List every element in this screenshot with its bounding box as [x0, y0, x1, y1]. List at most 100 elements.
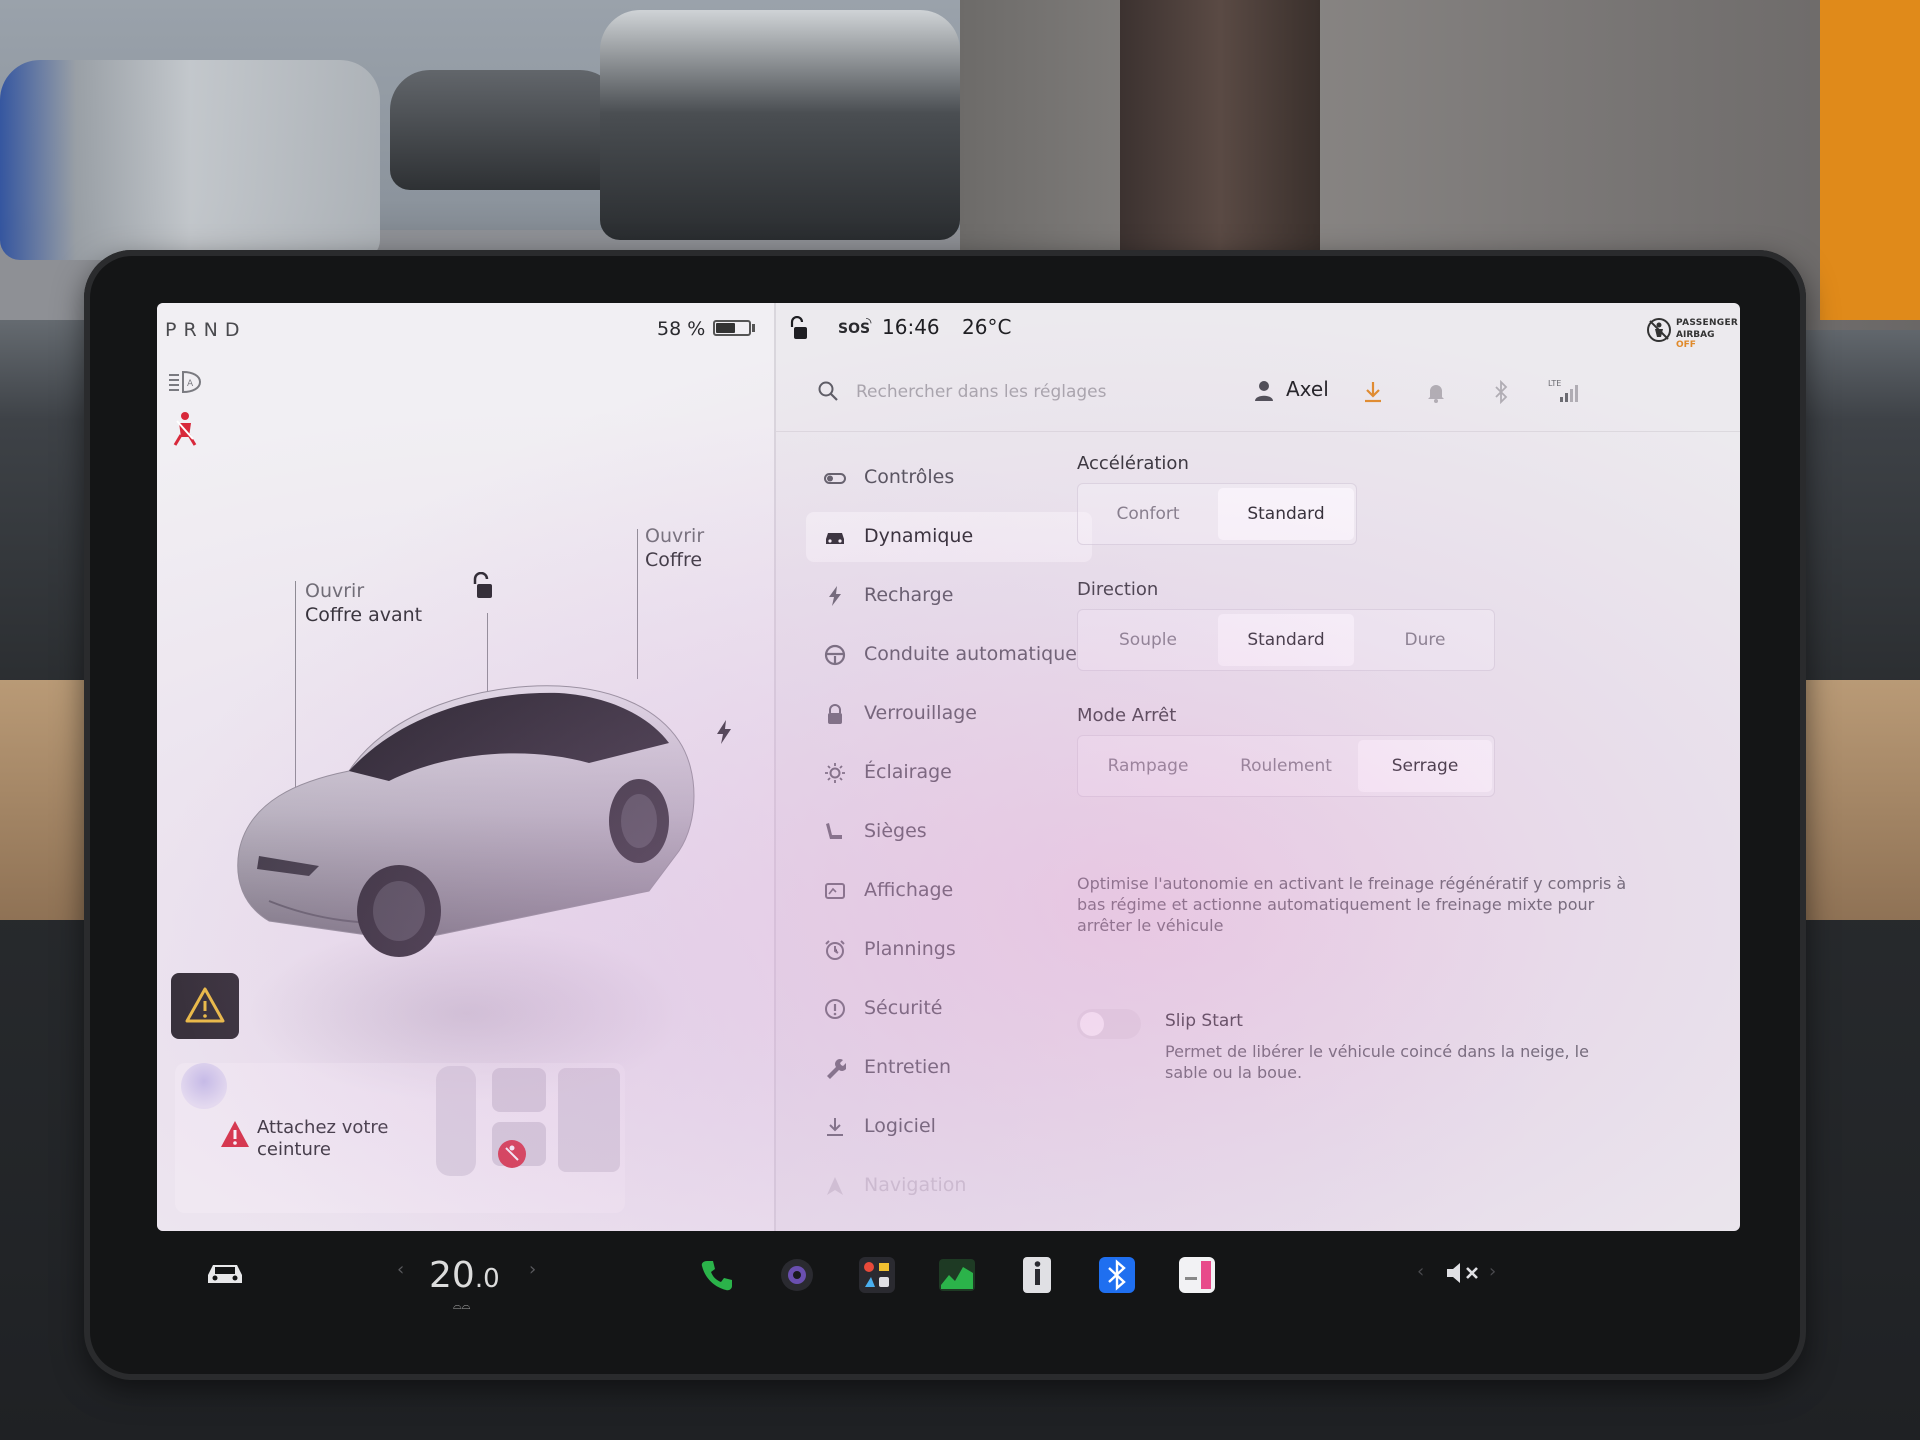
auto-headlight-icon[interactable]: A [167, 369, 203, 395]
vehicle-panel: PRND 58 % A Ouvrir Coffre avant Ouvrir C… [157, 303, 774, 1231]
info-circle-icon [825, 999, 845, 1019]
sidebar-item-verrouillage[interactable]: Verrouillage [806, 689, 1092, 739]
sidebar-item-affichage[interactable]: Affichage [806, 866, 1092, 916]
sidebar-item-conduite-automatique[interactable]: Conduite automatique [806, 630, 1092, 680]
sidebar-item-label: Éclairage [864, 761, 952, 783]
stop-mode-option-roulement[interactable]: Roulement [1218, 740, 1354, 792]
bluetooth-icon[interactable] [1097, 1255, 1137, 1295]
bluetooth-status-icon[interactable] [1492, 380, 1510, 404]
cabin-temp-int: 20 [429, 1255, 475, 1296]
seat-heater-icon: ⌓⌓ [453, 1299, 471, 1312]
wrench-icon [827, 1059, 846, 1079]
alert-line-1: Attachez votre [257, 1117, 389, 1138]
battery-level [716, 323, 735, 333]
open-frunk-button[interactable]: Ouvrir Coffre avant [305, 580, 422, 626]
stop-mode-option-rampage[interactable]: Rampage [1082, 740, 1214, 792]
sidebar-item-recharge[interactable]: Recharge [806, 571, 1092, 621]
battery-icon [713, 320, 751, 336]
acceleration-selector: Confort Standard [1077, 483, 1357, 545]
sidebar-item-controles[interactable]: Contrôles [806, 453, 1092, 503]
acceleration-option-confort[interactable]: Confort [1082, 488, 1214, 540]
sidebar-item-plannings[interactable]: Plannings [806, 925, 1092, 975]
background-front-car [600, 10, 960, 240]
sidebar-item-dynamique[interactable]: Dynamique [806, 512, 1092, 562]
sidebar-item-entretien[interactable]: Entretien [806, 1043, 1092, 1093]
battery-percentage: 58 % [657, 318, 706, 340]
user-profile-icon[interactable] [1254, 380, 1274, 402]
charge-port-icon[interactable] [715, 719, 733, 745]
sun-icon [825, 763, 845, 783]
airbag-icon [1647, 318, 1671, 342]
battery-terminal [752, 324, 755, 332]
vehicle-unlocked-icon[interactable] [788, 316, 808, 340]
notification-bell-icon[interactable] [1426, 381, 1446, 403]
software-update-icon[interactable] [1362, 380, 1384, 404]
stop-mode-option-serrage[interactable]: Serrage [1358, 740, 1492, 792]
camera-icon[interactable] [777, 1255, 817, 1295]
driver-profile-name[interactable]: Axel [1286, 377, 1329, 401]
steering-option-souple[interactable]: Souple [1082, 614, 1214, 666]
settings-header: Axel LTE [776, 355, 1740, 432]
lte-signal-icon: LTE [1548, 379, 1578, 402]
manual-icon[interactable] [1017, 1255, 1057, 1295]
cabin-temperature[interactable]: 20.0 [429, 1255, 500, 1296]
search-icon[interactable] [816, 379, 840, 403]
phone-icon[interactable] [697, 1255, 737, 1295]
alarm-clock-icon [825, 940, 845, 960]
sidebar-item-label: Logiciel [864, 1115, 936, 1137]
lte-label: LTE [1548, 379, 1561, 388]
open-trunk-button[interactable]: Ouvrir Coffre [645, 525, 704, 571]
sidebar-item-label: Sécurité [864, 997, 943, 1019]
steering-option-dure[interactable]: Dure [1358, 614, 1492, 666]
temp-down-chevron-icon[interactable]: ‹ [397, 1259, 404, 1280]
car-icon[interactable] [205, 1259, 245, 1287]
mute-icon[interactable] [1445, 1261, 1483, 1285]
acceleration-option-standard[interactable]: Standard [1218, 488, 1354, 540]
outside-temperature: 26°C [962, 315, 1012, 339]
touchscreen: PRND 58 % A Ouvrir Coffre avant Ouvrir C… [157, 303, 1740, 1231]
clock: 16:46 [882, 315, 940, 339]
unlock-icon[interactable] [469, 572, 493, 600]
sidebar-item-navigation[interactable]: Navigation [806, 1161, 1092, 1211]
sos-signal-icon: ◝ [866, 315, 872, 331]
background-orange-panel [1820, 0, 1920, 320]
calendar-icon[interactable] [1177, 1255, 1217, 1295]
hazard-icon [185, 987, 225, 1023]
toggle-icon [824, 473, 846, 484]
volume-down-chevron-icon[interactable]: ‹ [1417, 1261, 1424, 1282]
sidebar-item-label: Sièges [864, 820, 927, 842]
temp-up-chevron-icon[interactable]: › [529, 1259, 536, 1280]
slip-start-title: Slip Start [1165, 1011, 1243, 1031]
stop-mode-description: Optimise l'autonomie en activant le frei… [1077, 874, 1627, 935]
acceleration-title: Accélération [1077, 453, 1189, 474]
display-icon [825, 883, 845, 899]
airbag-state-line: AIRBAG OFF [1676, 330, 1736, 350]
slip-start-toggle[interactable] [1077, 1009, 1141, 1039]
cabin-temp-dec: .0 [474, 1264, 500, 1294]
steering-title: Direction [1077, 579, 1159, 600]
hazard-lights-button[interactable] [171, 973, 239, 1039]
sidebar-item-label: Contrôles [864, 466, 955, 488]
volume-up-chevron-icon[interactable]: › [1489, 1261, 1496, 1282]
toybox-icon[interactable] [857, 1255, 897, 1295]
sidebar-item-eclairage[interactable]: Éclairage [806, 748, 1092, 798]
sidebar-item-sieges[interactable]: Sièges [806, 807, 1092, 857]
download-icon [827, 1118, 843, 1136]
stop-mode-selector: Rampage Roulement Serrage [1077, 735, 1495, 797]
volume-control: ‹ › [1417, 1255, 1497, 1291]
passenger-airbag-indicator: PASSENGER AIRBAG OFF [1646, 315, 1739, 350]
steering-selector: Souple Standard Dure [1077, 609, 1495, 671]
seat-icon [826, 823, 842, 839]
seat-occupancy-map [436, 1066, 620, 1176]
settings-search-input[interactable] [854, 375, 1278, 409]
sidebar-item-securite[interactable]: Sécurité [806, 984, 1092, 1034]
sidebar-item-logiciel[interactable]: Logiciel [806, 1102, 1092, 1152]
steering-option-standard[interactable]: Standard [1218, 614, 1354, 666]
background-parked-cars [0, 60, 380, 260]
sidebar-item-label: Navigation [864, 1174, 967, 1196]
sidebar-item-label: Affichage [864, 879, 954, 901]
energy-icon[interactable] [937, 1255, 977, 1295]
airbag-label: PASSENGER [1676, 318, 1739, 328]
navigation-arrow-icon [827, 1177, 843, 1195]
sidebar-item-label: Recharge [864, 584, 954, 606]
